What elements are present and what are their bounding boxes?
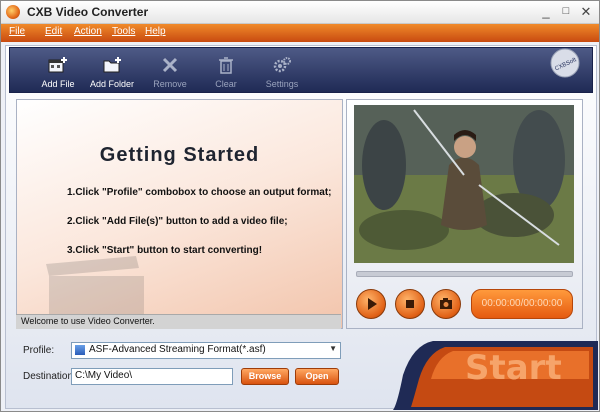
gears-icon <box>273 57 291 73</box>
add-folder-button[interactable]: Add Folder <box>84 48 140 92</box>
play-icon <box>368 298 377 310</box>
toolbar: Add File Add Folder Remove Clear Setting… <box>9 47 593 93</box>
app-logo-icon <box>6 5 20 19</box>
menu-action[interactable]: Action <box>74 26 102 37</box>
settings-button[interactable]: Settings <box>254 48 310 92</box>
chevron-down-icon: ▼ <box>329 344 337 353</box>
add-folder-label: Add Folder <box>89 79 135 89</box>
open-button[interactable]: Open <box>295 368 339 385</box>
remove-label: Remove <box>153 79 187 89</box>
status-text: Welcome to use Video Converter. <box>21 316 155 326</box>
remove-button[interactable]: Remove <box>142 48 198 92</box>
profile-value: ASF-Advanced Streaming Format(*.asf) <box>89 344 266 355</box>
step-1-text: 1.Click "Profile" combobox to choose an … <box>67 187 332 198</box>
menu-edit[interactable]: Edit <box>45 26 62 37</box>
destination-field[interactable]: C:\My Video\ <box>71 368 233 385</box>
camera-icon <box>440 298 452 309</box>
step-2-text: 2.Click "Add File(s)" button to add a vi… <box>67 216 288 227</box>
stop-button[interactable] <box>395 289 425 319</box>
play-button[interactable] <box>356 289 386 319</box>
app-window: CXB Video Converter _ □ ✕ File Edit Acti… <box>0 0 600 412</box>
menu-tools[interactable]: Tools <box>112 26 135 37</box>
menu-help[interactable]: Help <box>145 26 166 37</box>
close-button[interactable]: ✕ <box>577 4 595 20</box>
settings-label: Settings <box>265 79 299 89</box>
video-preview <box>354 105 574 263</box>
status-bar: Welcome to use Video Converter. <box>16 314 341 329</box>
profile-combobox[interactable]: ASF-Advanced Streaming Format(*.asf) ▼ <box>71 342 341 359</box>
video-frame-image <box>354 105 574 263</box>
format-icon <box>75 345 85 355</box>
cxbsoft-logo: CXBSoft <box>550 48 580 78</box>
destination-value: C:\My Video\ <box>75 370 133 381</box>
getting-started-panel: Getting Started 1.Click "Profile" combob… <box>16 99 343 329</box>
x-icon <box>162 57 178 73</box>
add-file-button[interactable]: Add File <box>30 48 86 92</box>
time-display: 00:00:00/00:00:00 <box>471 289 573 319</box>
window-title: CXB Video Converter <box>27 5 149 19</box>
film-plus-icon <box>48 57 67 73</box>
browse-button[interactable]: Browse <box>241 368 289 385</box>
trash-icon <box>219 57 233 74</box>
playback-progress-bar[interactable] <box>356 271 573 277</box>
menu-file[interactable]: File <box>9 26 25 37</box>
menu-bar: File Edit Action Tools Help <box>1 24 599 42</box>
clear-label: Clear <box>215 79 237 89</box>
clear-button[interactable]: Clear <box>198 48 254 92</box>
start-label: Start <box>465 348 562 388</box>
destination-label: Destination: <box>23 371 76 382</box>
maximize-button[interactable]: □ <box>557 4 575 20</box>
snapshot-button[interactable] <box>431 289 461 319</box>
getting-started-title: Getting Started <box>99 144 260 166</box>
minimize-button[interactable]: _ <box>537 4 555 20</box>
profile-label: Profile: <box>23 345 55 356</box>
step-3-text: 3.Click "Start" button to start converti… <box>67 245 263 256</box>
add-file-label: Add File <box>41 79 75 89</box>
title-bar: CXB Video Converter _ □ ✕ <box>1 1 599 24</box>
folder-plus-icon <box>103 57 121 73</box>
stop-icon <box>406 300 414 308</box>
